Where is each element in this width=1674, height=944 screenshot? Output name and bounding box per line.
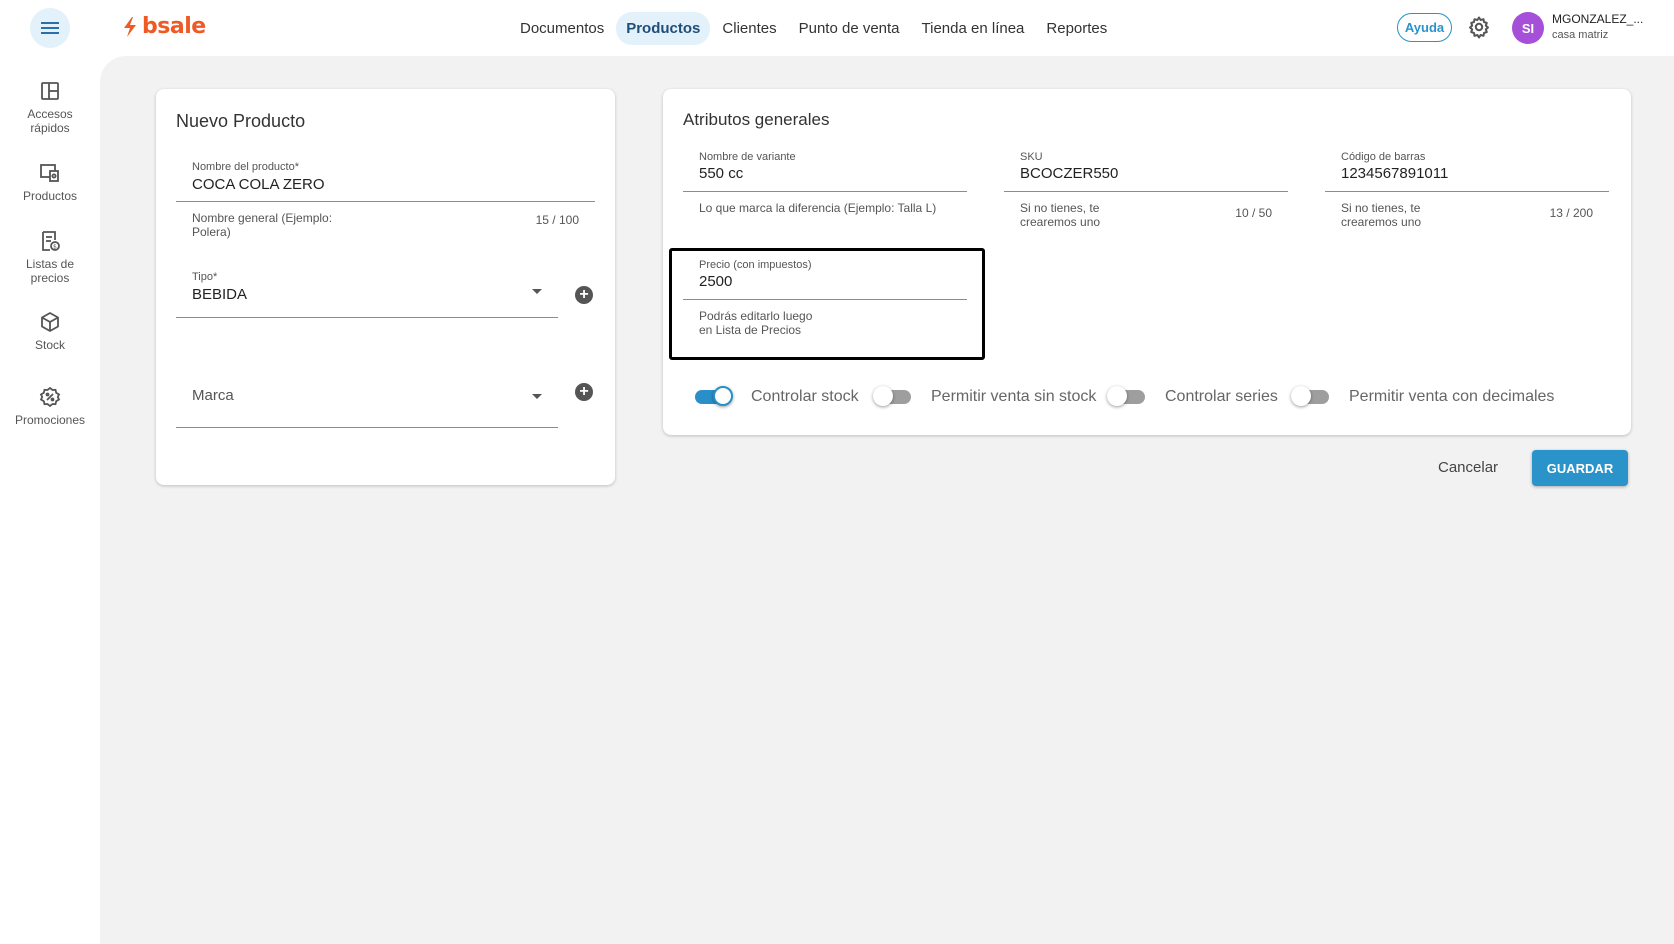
card-title: Atributos generales (683, 110, 830, 129)
chevron-down-icon (532, 394, 542, 399)
barcode-field[interactable]: Código de barras 1234567891011 Si no tie… (1325, 151, 1609, 235)
toggle-label: Permitir venta con decimales (1349, 388, 1555, 405)
sidebar-item-label: Listas de precios (25, 257, 75, 285)
logo-text: bsale (142, 14, 206, 39)
sidebar: Accesos rápidos Productos $ Listas de pr… (0, 56, 100, 944)
char-counter: 15 / 100 (535, 213, 579, 227)
save-button[interactable]: GUARDAR (1532, 450, 1628, 486)
barcode-input[interactable]: 1234567891011 (1341, 165, 1448, 182)
variant-name-field[interactable]: Nombre de variante 550 cc Lo que marca l… (683, 151, 967, 235)
field-hint: Lo que marca la diferencia (Ejemplo: Tal… (699, 201, 937, 215)
hamburger-icon (41, 22, 59, 34)
nav-documentos[interactable]: Documentos (510, 12, 614, 45)
add-type-button[interactable]: + (575, 286, 593, 304)
sidebar-item-stock[interactable]: Stock (0, 311, 100, 352)
type-value: BEBIDA (192, 286, 248, 303)
sku-input[interactable]: BCOCZER550 (1020, 165, 1118, 182)
layout-icon (41, 82, 59, 100)
price-list-icon: $ (42, 231, 60, 251)
new-product-card: Nuevo Producto Nombre del producto* COCA… (156, 89, 615, 485)
nav-productos[interactable]: Productos (616, 12, 711, 45)
toggle-switch[interactable] (695, 386, 733, 406)
variant-name-input[interactable]: 550 cc (699, 165, 743, 182)
plus-icon: + (579, 383, 589, 400)
toggle-permitir-venta-con-decimales[interactable]: Permitir venta con decimales (1291, 386, 1555, 406)
sidebar-item-label: Productos (22, 189, 78, 203)
nav-punto-de-venta[interactable]: Punto de venta (789, 12, 910, 45)
nav-tienda-en-linea[interactable]: Tienda en línea (912, 12, 1035, 45)
product-name-input[interactable]: COCA COLA ZERO (192, 176, 325, 193)
sidebar-item-label: Promociones (14, 413, 86, 427)
toggle-switch[interactable] (1107, 386, 1145, 406)
field-label: Nombre del producto* (192, 161, 300, 173)
field-label: SKU (1020, 151, 1043, 163)
help-button[interactable]: Ayuda (1397, 13, 1452, 42)
bsale-logo[interactable]: bsale (122, 14, 206, 39)
cancel-button[interactable]: Cancelar (1432, 455, 1504, 480)
product-name-field[interactable]: Nombre del producto* COCA COLA ZERO Nomb… (176, 161, 595, 245)
sidebar-item-label: Accesos rápidos (27, 107, 73, 135)
plus-icon: + (579, 286, 589, 303)
chevron-down-icon (532, 289, 542, 294)
field-underline (683, 191, 967, 192)
box-icon (41, 312, 59, 332)
field-label: Código de barras (1341, 151, 1426, 163)
sidebar-item-promociones[interactable]: Promociones (0, 386, 100, 427)
field-underline (176, 427, 558, 428)
brand-select[interactable]: Marca (176, 379, 558, 429)
user-branch: casa matriz (1552, 29, 1609, 41)
user-avatar[interactable]: SI (1512, 12, 1544, 44)
gear-icon (1469, 16, 1489, 39)
sidebar-item-productos[interactable]: Productos (0, 162, 100, 203)
card-title: Nuevo Producto (176, 111, 306, 131)
svg-text:$: $ (53, 244, 57, 251)
add-brand-button[interactable]: + (575, 383, 593, 401)
toggle-label: Controlar stock (751, 388, 859, 405)
toggle-switch[interactable] (1291, 386, 1329, 406)
nav-reportes[interactable]: Reportes (1036, 12, 1117, 45)
toggle-controlar-series[interactable]: Controlar series (1107, 386, 1278, 406)
sidebar-item-label: Stock (34, 338, 65, 352)
promo-icon (39, 386, 61, 408)
settings-button[interactable] (1467, 15, 1491, 44)
toggle-switch[interactable] (873, 386, 911, 406)
toggle-controlar-stock[interactable]: Controlar stock (695, 386, 859, 406)
field-hint: Si no tienes, te crearemos uno (1341, 201, 1422, 229)
menu-button[interactable] (30, 8, 70, 48)
price-highlight-box (669, 248, 985, 360)
field-underline (1004, 191, 1288, 192)
field-label: Tipo* (192, 271, 218, 283)
top-bar: bsale Documentos Productos Clientes Punt… (0, 0, 1674, 56)
products-icon (40, 164, 59, 182)
toggle-label: Controlar series (1165, 388, 1278, 405)
user-name[interactable]: MGONZALEZ_... (1552, 12, 1643, 26)
sku-field[interactable]: SKU BCOCZER550 Si no tienes, te crearemo… (1004, 151, 1288, 235)
field-underline (176, 317, 558, 318)
brand-placeholder: Marca (192, 387, 234, 404)
char-counter: 10 / 50 (1235, 206, 1272, 220)
field-underline (176, 201, 595, 202)
toggle-label: Permitir venta sin stock (931, 388, 1097, 405)
sidebar-item-listas-de-precios[interactable]: $ Listas de precios (0, 230, 100, 285)
field-hint: Si no tienes, te crearemos uno (1020, 201, 1101, 229)
field-underline (1325, 191, 1609, 192)
bolt-icon (124, 16, 136, 37)
field-hint: Nombre general (Ejemplo: Polera) (192, 211, 333, 239)
toggle-permitir-venta-sin-stock[interactable]: Permitir venta sin stock (873, 386, 1097, 406)
sidebar-item-accesos-rapidos[interactable]: Accesos rápidos (0, 80, 100, 135)
field-label: Nombre de variante (699, 151, 796, 163)
char-counter: 13 / 200 (1549, 206, 1593, 220)
type-select[interactable]: Tipo* BEBIDA (176, 271, 558, 318)
nav-clientes[interactable]: Clientes (712, 12, 786, 45)
main-nav: Documentos Productos Clientes Punto de v… (510, 12, 1117, 45)
